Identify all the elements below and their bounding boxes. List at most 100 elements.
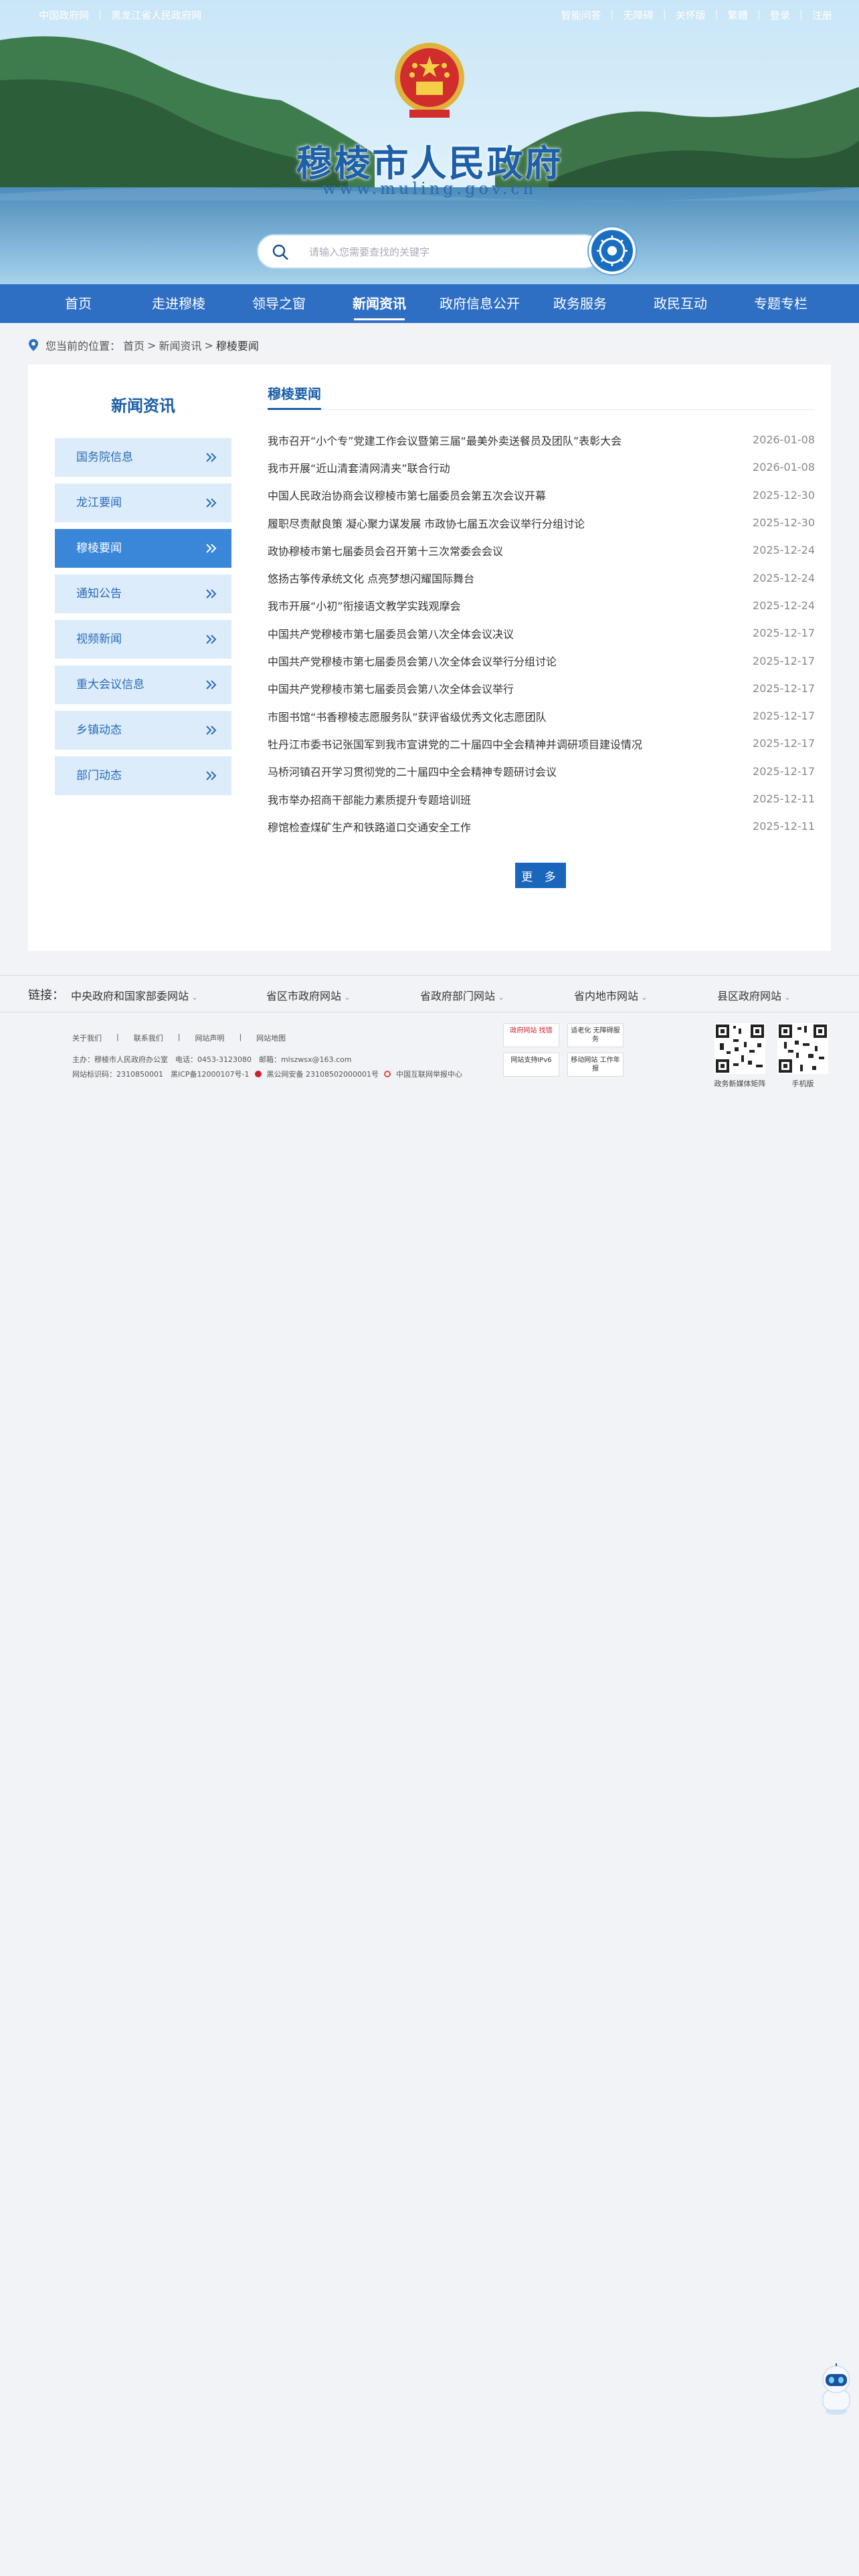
breadcrumb-label: 您当前的位置： — [45, 340, 121, 352]
news-title-link[interactable]: 中国共产党穆棱市第七届委员会第八次全体会议决议 — [268, 625, 514, 641]
public-security-link[interactable]: 黑公网安备 23108502000001号 — [267, 1069, 379, 1079]
links-dropdown-label: 省内地市网站 — [574, 990, 639, 1002]
footer-about[interactable]: 关于我们 — [72, 1033, 102, 1043]
news-title-link[interactable]: 穆馆检查煤矿生产和铁路道口交通安全工作 — [268, 819, 471, 835]
link-care-mode[interactable]: 关怀版 — [676, 8, 706, 22]
search-input[interactable] — [309, 242, 577, 262]
chevron-down-icon: ⌄ — [641, 992, 648, 1002]
more-button[interactable]: 更 多 — [515, 863, 566, 888]
top-right-links: 智能问答 | 无障碍 | 关怀版 | 繁體 | 登录 | 注册 — [561, 8, 832, 22]
sidebar-item-label: 重大会议信息 — [76, 678, 145, 691]
news-title-link[interactable]: 政协穆棱市第七届委员会召开第十三次常委会会议 — [268, 542, 503, 558]
report-center-link[interactable]: 中国互联网举报中心 — [396, 1069, 462, 1079]
news-title-link[interactable]: 市图书馆“书香穆棱志愿服务队”获评省级优秀文化志愿团队 — [268, 708, 547, 724]
news-item: 我市开展“小初”衔接语文教学实践观摩会 2025-12-24 — [268, 592, 815, 619]
separator: | — [610, 8, 614, 20]
footer-statement[interactable]: 网站声明 — [195, 1033, 224, 1043]
sidebar-item-label: 穆棱要闻 — [76, 542, 122, 555]
link-register[interactable]: 注册 — [812, 8, 832, 22]
sidebar-item[interactable]: 通知公告 — [55, 574, 231, 613]
badge-gov-error-report[interactable]: 政府网站 找错 — [503, 1023, 559, 1047]
news-title-link[interactable]: 我市召开“小个专”党建工作会议暨第三届“最美外卖送餐员及团队”表彰大会 — [268, 432, 622, 448]
main-panel: 新闻资讯 国务院信息龙江要闻穆棱要闻通知公告视频新闻重大会议信息 乡镇动态部门动态… — [28, 364, 831, 951]
nav-about-muling[interactable]: 走进穆棱 — [128, 284, 229, 323]
news-title-link[interactable]: 履职尽责献良策 凝心聚力谋发展 市政协七届五次会议举行分组讨论 — [268, 515, 585, 531]
breadcrumb-news[interactable]: 新闻资讯 — [159, 337, 201, 353]
sidebar-item-label: 乡镇动态 — [76, 724, 122, 737]
news-title-link[interactable]: 我市举办招商干部能力素质提升专题培训班 — [268, 791, 471, 807]
sidebar-item[interactable]: 穆棱要闻 — [55, 529, 231, 568]
news-title-link[interactable]: 中国共产党穆棱市第七届委员会第八次全体会议举行分组讨论 — [268, 653, 557, 669]
nav-gov-services[interactable]: 政务服务 — [530, 284, 630, 323]
sidebar-item[interactable]: 国务院信息 — [55, 438, 231, 477]
breadcrumb-home[interactable]: 首页 — [123, 337, 145, 353]
news-title-link[interactable]: 悠扬古筝传承统文化 点亮梦想闪耀国际舞台 — [268, 570, 474, 586]
news-item: 中国共产党穆棱市第七届委员会第八次全体会议举行分组讨论 2025-12-17 — [268, 647, 815, 674]
link-smart-qa[interactable]: 智能问答 — [561, 8, 601, 22]
news-date: 2025-12-11 — [753, 820, 815, 833]
link-gov-cn[interactable]: 中国政府网 — [39, 8, 89, 22]
news-item: 政协穆棱市第七届委员会召开第十三次常委会会议 2025-12-24 — [268, 536, 815, 564]
sidebar-item-label: 部门动态 — [76, 769, 122, 782]
search-button[interactable] — [589, 227, 636, 274]
news-date: 2025-12-17 — [753, 737, 815, 750]
nav-gov-info-disclosure[interactable]: 政府信息公开 — [430, 284, 530, 323]
double-chevron-right-icon — [206, 726, 217, 735]
link-accessibility[interactable]: 无障碍 — [624, 8, 654, 22]
news-date: 2025-12-24 — [753, 544, 815, 557]
sidebar-item[interactable]: 部门动态 — [55, 756, 231, 795]
sidebar-item[interactable]: 乡镇动态 — [55, 711, 231, 750]
news-date: 2026-01-08 — [753, 461, 815, 474]
nav-special-topics[interactable]: 专题专栏 — [731, 284, 831, 323]
robot-assistant-icon[interactable] — [818, 2363, 855, 2417]
footer-contact[interactable]: 联系我们 — [134, 1033, 163, 1043]
site-url: www.muling.gov.cn — [322, 179, 537, 198]
footer-sitemap[interactable]: 网站地图 — [256, 1033, 286, 1043]
sidebar-item[interactable]: 重大会议信息 — [55, 665, 231, 704]
footer-links: 关于我们 | 联系我们 | 网站声明 | 网站地图 — [72, 1033, 286, 1043]
news-title-link[interactable]: 我市开展“小初”衔接语文教学实践观摩会 — [268, 597, 461, 613]
news-title-link[interactable]: 马桥河镇召开学习贯彻党的二十届四中全会精神专题研讨会议 — [268, 763, 557, 779]
news-title-link[interactable]: 我市开展“近山清套清网清夹”联合行动 — [268, 459, 450, 475]
news-item: 悠扬古筝传承统文化 点亮梦想闪耀国际舞台 2025-12-24 — [268, 564, 815, 591]
separator: | — [239, 1033, 242, 1041]
breadcrumb-sep: > — [147, 338, 157, 352]
links-dropdown-counties[interactable]: 县区政府网站 ⌄ — [717, 987, 791, 1003]
nav-interaction[interactable]: 政民互动 — [630, 284, 731, 323]
nav-leadership[interactable]: 领导之窗 — [229, 284, 329, 323]
site-header: 中国政府网 | 黑龙江省人民政府网 智能问答 | 无障碍 | 关怀版 | 繁體 … — [0, 0, 859, 284]
double-chevron-right-icon — [206, 589, 217, 599]
news-title-link[interactable]: 中国共产党穆棱市第七届委员会第八次全体会议举行 — [268, 680, 514, 696]
news-item: 马桥河镇召开学习贯彻党的二十届四中全会精神专题研讨会议 2025-12-17 — [268, 758, 815, 785]
link-heilongjiang-gov[interactable]: 黑龙江省人民政府网 — [111, 8, 201, 22]
badge-annual-report[interactable]: 移动网站 工作年报 — [567, 1053, 624, 1077]
news-item: 牡丹江市委书记张国军到我市宣讲党的二十届四中全会精神并调研项目建设情况 2025-… — [268, 730, 815, 757]
news-date: 2025-12-24 — [753, 571, 815, 584]
sidebar-item-label: 龙江要闻 — [76, 496, 122, 510]
separator: | — [662, 8, 666, 20]
badge-elderly-accessibility[interactable]: 适老化 无障碍服务 — [567, 1023, 624, 1047]
links-dropdown-provinces[interactable]: 省区市政府网站 ⌄ — [266, 987, 351, 1003]
nav-news[interactable]: 新闻资讯 — [329, 284, 430, 323]
news-title-link[interactable]: 中国人民政治协商会议穆棱市第七届委员会第五次会议开幕 — [268, 487, 546, 503]
news-item: 中国共产党穆棱市第七届委员会第八次全体会议决议 2025-12-17 — [268, 619, 815, 647]
footer-registration: 网站标识码：2310850001 黑ICP备12000107号-1 黑公网安备 … — [72, 1069, 462, 1079]
sidebar-title: 新闻资讯 — [111, 397, 175, 415]
nav-home[interactable]: 首页 — [28, 284, 128, 323]
separator: | — [799, 8, 803, 20]
links-dropdown-label: 省区市政府网站 — [266, 990, 342, 1002]
search-box — [257, 234, 602, 269]
link-traditional-chinese[interactable]: 繁體 — [728, 8, 748, 22]
news-title-link[interactable]: 牡丹江市委书记张国军到我市宣讲党的二十届四中全会精神并调研项目建设情况 — [268, 736, 642, 752]
sidebar-item[interactable]: 龙江要闻 — [55, 484, 231, 522]
sidebar-item[interactable]: 视频新闻 — [55, 620, 231, 659]
double-chevron-right-icon — [206, 453, 217, 462]
main-nav: 首页 走进穆棱 领导之窗 新闻资讯 政府信息公开 政务服务 政民互动 专题专栏 — [0, 284, 859, 323]
links-dropdown-central[interactable]: 中央政府和国家部委网站 ⌄ — [71, 987, 198, 1003]
chevron-down-icon: ⌄ — [784, 992, 791, 1002]
links-dropdown-cities[interactable]: 省内地市网站 ⌄ — [574, 987, 648, 1003]
links-dropdown-prov-depts[interactable]: 省政府部门网站 ⌄ — [420, 987, 504, 1003]
badge-ipv6[interactable]: 网站支持IPv6 — [503, 1053, 559, 1077]
emblem-badge-icon — [597, 235, 628, 266]
link-login[interactable]: 登录 — [770, 8, 790, 22]
